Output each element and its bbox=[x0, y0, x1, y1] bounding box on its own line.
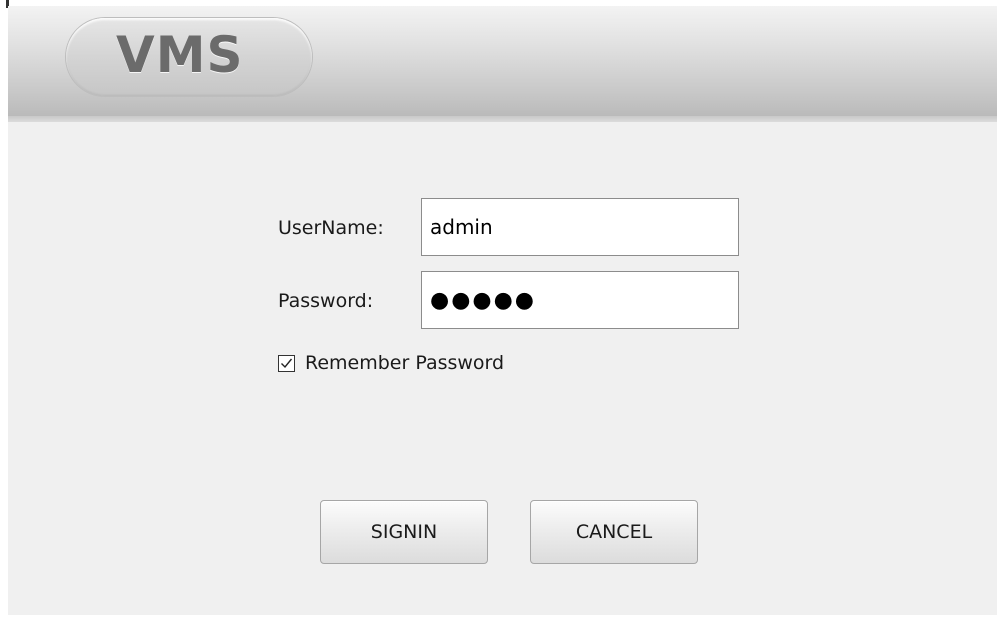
remember-password-option[interactable]: Remember Password bbox=[278, 350, 504, 376]
app-logo-text: VMS bbox=[116, 26, 244, 84]
password-label: Password: bbox=[278, 290, 374, 312]
header-divider bbox=[8, 116, 997, 122]
signin-button[interactable]: SIGNIN bbox=[320, 500, 488, 564]
password-input[interactable] bbox=[421, 271, 739, 329]
logo-badge: VMS bbox=[66, 18, 312, 96]
username-input[interactable] bbox=[421, 198, 739, 256]
username-label: UserName: bbox=[278, 217, 384, 239]
remember-password-checkbox[interactable] bbox=[278, 354, 295, 372]
cancel-button[interactable]: CANCEL bbox=[530, 500, 698, 564]
checkmark-icon bbox=[281, 358, 293, 368]
header-banner: VMS bbox=[8, 6, 997, 116]
remember-password-label: Remember Password bbox=[305, 352, 505, 374]
login-window: VMS UserName: Password: Remember Passwor… bbox=[8, 6, 997, 615]
